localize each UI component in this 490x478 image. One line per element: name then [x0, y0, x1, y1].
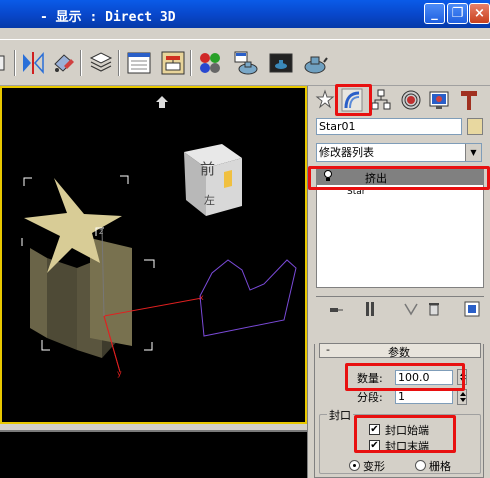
grid-radio[interactable]	[415, 460, 426, 471]
rollout-title: 参数	[388, 346, 410, 359]
command-panel: 修改器列表 ▼ 挤出 Star - 参数	[307, 84, 490, 478]
configure-modifier-sets-icon[interactable]	[464, 301, 480, 320]
segments-spinner[interactable]	[457, 389, 467, 405]
remove-modifier-icon[interactable]	[428, 301, 440, 320]
object-name-input[interactable]	[316, 118, 462, 135]
amount-highlight	[345, 363, 465, 391]
curve-editor-icon[interactable]	[126, 50, 152, 76]
pin-stack-icon[interactable]	[328, 303, 344, 320]
render-frame-icon[interactable]	[268, 50, 294, 76]
secondary-viewport[interactable]	[0, 430, 307, 478]
title-bar: - 显示 : Direct 3D _ ❐ ×	[0, 0, 490, 28]
restore-button[interactable]: ❐	[447, 3, 468, 24]
render-setup-icon[interactable]	[233, 50, 259, 76]
snap-toggle-icon[interactable]	[0, 50, 12, 76]
quick-render-icon[interactable]	[302, 50, 328, 76]
viewport-scene: z x y 前 左	[21, 96, 297, 378]
rollout-collapse: -	[326, 343, 330, 356]
window-title: - 显示 : Direct 3D	[40, 10, 176, 25]
show-end-result-icon[interactable]	[364, 301, 376, 320]
grid-label: 栅格	[429, 460, 451, 473]
toolbar-separator	[190, 50, 192, 76]
viewcube-left-label: 左	[204, 194, 215, 207]
motion-tab[interactable]	[400, 88, 422, 112]
gizmo-y-label: y	[117, 369, 122, 378]
rollout-header[interactable]: - 参数	[319, 343, 481, 359]
capping-group-label: 封口	[327, 407, 353, 423]
stack-controls	[316, 296, 484, 322]
chevron-down-icon[interactable]: ▼	[465, 144, 481, 161]
make-unique-icon[interactable]	[404, 301, 418, 320]
gizmo-z-label: z	[99, 227, 103, 236]
align-icon[interactable]	[50, 50, 76, 76]
hierarchy-tab[interactable]	[370, 88, 392, 112]
home-icon[interactable]	[156, 96, 168, 108]
modify-tab-highlight	[335, 84, 372, 116]
perspective-viewport[interactable]: z x y 前 左	[0, 86, 307, 424]
create-tab[interactable]	[314, 88, 336, 112]
toolbar-separator	[14, 50, 16, 76]
segments-input[interactable]	[395, 390, 453, 404]
morph-radio[interactable]	[349, 460, 360, 471]
layer-manager-icon[interactable]	[88, 50, 114, 76]
utilities-tab[interactable]	[458, 88, 480, 112]
segments-label: 分段:	[357, 391, 383, 404]
display-tab[interactable]	[428, 88, 450, 112]
toolbar-separator	[80, 50, 82, 76]
extrude-item-highlight	[308, 166, 490, 190]
main-toolbar	[0, 40, 490, 86]
close-button[interactable]: ×	[469, 3, 490, 24]
object-color-swatch[interactable]	[467, 118, 483, 135]
morph-label: 变形	[363, 460, 385, 473]
toolbar-separator	[118, 50, 120, 76]
schematic-view-icon[interactable]	[160, 50, 186, 76]
mirror-icon[interactable]	[20, 50, 46, 76]
minimize-button[interactable]: _	[424, 3, 445, 24]
viewport-divider[interactable]	[0, 424, 307, 430]
capping-highlight	[354, 415, 456, 453]
max-window: - 显示 : Direct 3D _ ❐ × z x y 前 左 Star01 …	[0, 0, 490, 478]
modifier-list-dropdown[interactable]: 修改器列表 ▼	[316, 143, 482, 162]
modifier-list-label: 修改器列表	[319, 146, 374, 159]
material-editor-icon[interactable]	[197, 50, 223, 76]
menu-strip	[0, 28, 490, 40]
viewcube-front-label: 前	[200, 160, 215, 178]
